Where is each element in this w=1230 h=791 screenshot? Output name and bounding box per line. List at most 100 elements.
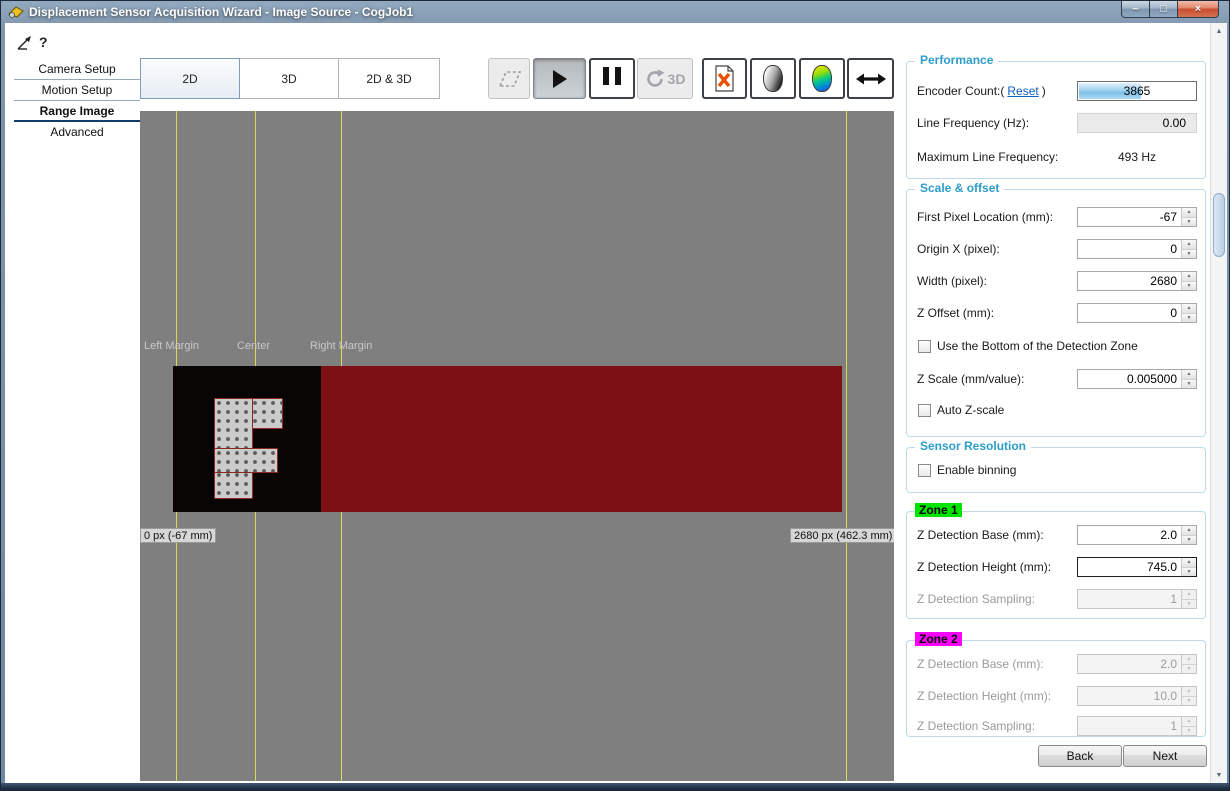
title-bar[interactable]: Displacement Sensor Acquisition Wizard -… [1, 1, 1229, 23]
spin-up-icon[interactable]: ▲ [1182, 370, 1196, 379]
first-pixel-location-input[interactable]: -67 ▲▼ [1077, 207, 1197, 227]
nav-item-range-image[interactable]: Range Image [14, 101, 140, 122]
next-button[interactable]: Next [1123, 745, 1207, 767]
nav-item-camera-setup[interactable]: Camera Setup [14, 59, 140, 80]
spin-down-icon[interactable]: ▼ [1182, 567, 1196, 577]
sensor-resolution-group: Sensor Resolution Enable binning [906, 447, 1206, 493]
spin-down-icon[interactable]: ▼ [1182, 535, 1196, 545]
scale-offset-group-title: Scale & offset [915, 181, 1004, 195]
bottom-detection-zone-checkbox[interactable] [918, 340, 931, 353]
z-scale-input[interactable]: 0.005000 ▲▼ [1077, 369, 1197, 389]
enable-binning-row: Enable binning [918, 462, 1016, 478]
fit-width-button[interactable] [847, 58, 894, 99]
panel-scrollbar[interactable]: ▲ ▼ [1210, 23, 1227, 783]
encoder-count-value-box: 3865 [1077, 81, 1197, 101]
zone1-height-input[interactable]: 745.0 ▲▼ [1077, 557, 1197, 577]
spin-down-icon[interactable]: ▼ [1182, 281, 1196, 291]
spin-down-icon[interactable]: ▼ [1182, 249, 1196, 259]
first-pixel-location-label: First Pixel Location (mm): [917, 210, 1053, 224]
tab-2d[interactable]: 2D [140, 58, 240, 99]
auto-z-scale-label: Auto Z-scale [937, 403, 1004, 417]
minimize-button[interactable]: – [1121, 1, 1150, 18]
spin-up-icon: ▲ [1182, 687, 1196, 696]
app-icon [8, 4, 24, 20]
measure-tool-button[interactable] [15, 35, 34, 57]
range-image-viewport[interactable]: Left Margin Center Right Margin 0 px (-6… [140, 111, 894, 781]
cancel-document-icon [713, 65, 736, 93]
window-controls: – □ × [1121, 1, 1219, 18]
bottom-detection-zone-label: Use the Bottom of the Detection Zone [937, 339, 1138, 353]
maximize-button[interactable]: □ [1150, 1, 1178, 18]
nav-item-motion-setup[interactable]: Motion Setup [14, 80, 140, 101]
cancel-image-button[interactable] [702, 58, 747, 99]
window-title: Displacement Sensor Acquisition Wizard -… [29, 1, 413, 23]
play-icon [553, 70, 567, 88]
encoder-reset-link[interactable]: Reset [1007, 84, 1038, 98]
zone1-height-label: Z Detection Height (mm): [917, 560, 1051, 574]
spin-down-icon: ▼ [1182, 599, 1196, 609]
spin-down-icon[interactable]: ▼ [1182, 217, 1196, 227]
origin-x-row: Origin X (pixel): 0 ▲▼ [917, 238, 1197, 260]
spin-up-icon[interactable]: ▲ [1182, 304, 1196, 313]
spin-up-icon[interactable]: ▲ [1182, 208, 1196, 217]
maximize-icon: □ [1160, 3, 1167, 15]
image-right-edge-line [846, 111, 847, 781]
performance-group-title: Performance [915, 53, 998, 67]
wizard-window: Displacement Sensor Acquisition Wizard -… [0, 0, 1230, 791]
auto-z-scale-checkbox[interactable] [918, 404, 931, 417]
refresh-3d-label: 3D [668, 71, 686, 87]
client-area: ? Camera Setup Motion Setup Range Image … [5, 23, 1227, 783]
help-icon: ? [39, 34, 48, 50]
max-line-frequency-value: 493 Hz [1077, 150, 1197, 164]
enable-binning-checkbox[interactable] [918, 464, 931, 477]
zone1-base-row: Z Detection Base (mm): 2.0 ▲▼ [917, 524, 1197, 546]
zone2-group: Zone 2 Z Detection Base (mm): 2.0 ▲▼ Z D… [906, 640, 1206, 737]
z-offset-label: Z Offset (mm): [917, 306, 994, 320]
z-offset-input[interactable]: 0 ▲▼ [1077, 303, 1197, 323]
max-line-frequency-row: Maximum Line Frequency: 493 Hz [917, 146, 1197, 168]
refresh-3d-button: 3D [637, 58, 693, 99]
max-line-frequency-label: Maximum Line Frequency: [917, 150, 1058, 164]
measure-icon [15, 35, 34, 52]
zone1-sampling-label: Z Detection Sampling: [917, 592, 1035, 606]
play-button[interactable] [533, 58, 586, 99]
spin-down-icon[interactable]: ▼ [1182, 313, 1196, 323]
width-pixel-row: Width (pixel): 2680 ▲▼ [917, 270, 1197, 292]
range-image-dark-region [173, 366, 321, 512]
spin-down-icon: ▼ [1182, 696, 1196, 706]
spin-up-icon: ▲ [1182, 717, 1196, 726]
help-button[interactable]: ? [39, 34, 48, 52]
spin-down-icon[interactable]: ▼ [1182, 379, 1196, 389]
close-button[interactable]: × [1178, 1, 1219, 18]
spin-up-icon[interactable]: ▲ [1182, 240, 1196, 249]
enable-binning-label: Enable binning [937, 463, 1016, 477]
back-button[interactable]: Back [1038, 745, 1122, 767]
spin-up-icon[interactable]: ▲ [1182, 558, 1196, 567]
scrollbar-thumb[interactable] [1213, 193, 1225, 257]
grayscale-display-button[interactable] [750, 58, 796, 99]
pause-icon [600, 67, 624, 90]
origin-x-input[interactable]: 0 ▲▼ [1077, 239, 1197, 259]
fit-width-icon [856, 71, 886, 87]
tab-2d-and-3d[interactable]: 2D & 3D [338, 58, 440, 99]
width-pixel-label: Width (pixel): [917, 274, 987, 288]
spin-up-icon[interactable]: ▲ [1182, 526, 1196, 535]
nav-item-advanced[interactable]: Advanced [14, 122, 140, 143]
encoder-count-row: Encoder Count:(Reset) 3865 [917, 80, 1197, 102]
scroll-up-icon[interactable]: ▲ [1211, 23, 1227, 39]
range-image-band [173, 366, 842, 512]
right-margin-label: Right Margin [310, 340, 372, 352]
encoder-count-label: Encoder Count:( [917, 84, 1004, 98]
tab-3d[interactable]: 3D [239, 58, 339, 99]
pause-button[interactable] [589, 58, 635, 99]
spin-up-icon[interactable]: ▲ [1182, 272, 1196, 281]
zone2-base-input: 2.0 ▲▼ [1077, 654, 1197, 674]
scroll-down-icon[interactable]: ▼ [1211, 767, 1227, 783]
zone2-sampling-input: 1 ▲▼ [1077, 716, 1197, 736]
zone1-base-input[interactable]: 2.0 ▲▼ [1077, 525, 1197, 545]
auto-z-scale-row: Auto Z-scale [918, 402, 1004, 418]
width-pixel-input[interactable]: 2680 ▲▼ [1077, 271, 1197, 291]
zone2-height-label: Z Detection Height (mm): [917, 689, 1051, 703]
color-display-button[interactable] [799, 58, 845, 99]
zone2-base-row: Z Detection Base (mm): 2.0 ▲▼ [917, 653, 1197, 675]
